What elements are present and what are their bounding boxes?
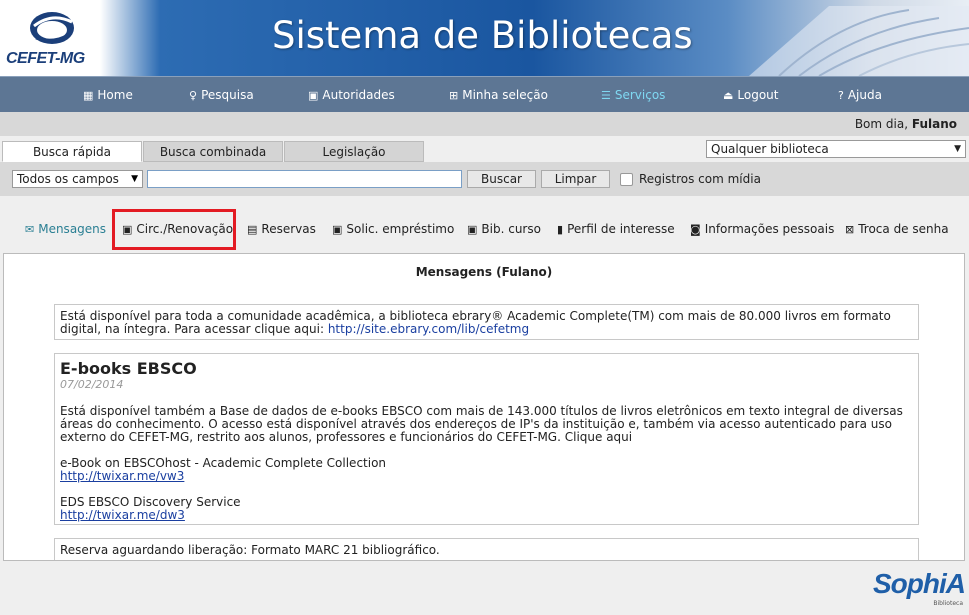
ebsco-item2-label: EDS EBSCO Discovery Service — [60, 495, 241, 509]
svc-perfil-interesse-label: Perfil de interesse — [567, 222, 675, 236]
ebrary-link[interactable]: http://site.ebrary.com/lib/cefetmg — [328, 322, 529, 336]
svc-mensagens[interactable]: ✉ Mensagens — [25, 222, 106, 236]
nav-logout[interactable]: ⏏ Logout — [723, 88, 779, 102]
svc-reservas-label: Reservas — [261, 222, 316, 236]
svc-troca-senha-label: Troca de senha — [858, 222, 949, 236]
media-checkbox[interactable] — [620, 173, 633, 186]
field-select[interactable]: Todos os campos ▼ — [12, 170, 143, 188]
highlight-box — [112, 209, 236, 250]
svc-troca-senha[interactable]: ⊠ Troca de senha — [845, 222, 949, 236]
nav-home-label: Home — [97, 88, 133, 102]
search-row: Todos os campos ▼ Buscar Limpar Registro… — [0, 162, 969, 196]
field-select-value: Todos os campos — [17, 172, 119, 186]
nav-pesquisa[interactable]: ♀ Pesquisa — [189, 88, 254, 102]
ebsco-item1-link[interactable]: http://twixar.me/vw3 — [60, 469, 184, 483]
mail-icon: ✉ — [25, 222, 35, 236]
media-checkbox-label: Registros com mídia — [639, 172, 761, 186]
message-reserva-text: Reserva aguardando liberação: Formato MA… — [60, 543, 440, 557]
sophia-logo: SophiA — [873, 568, 966, 599]
profile-icon: ▮ — [557, 222, 564, 236]
reserve-icon: ▤ — [247, 222, 258, 236]
svc-bib-curso-label: Bib. curso — [481, 222, 541, 236]
book-image-icon — [749, 6, 969, 76]
svc-mensagens-label: Mensagens — [38, 222, 107, 236]
greeting-bar: Bom dia, Fulano — [0, 112, 969, 136]
password-icon: ⊠ — [845, 222, 855, 236]
greeting: Bom dia, Fulano — [855, 117, 957, 131]
svc-reservas[interactable]: ▤ Reservas — [247, 222, 316, 236]
greeting-user: Fulano — [911, 117, 957, 131]
svc-solic-emprestimo-label: Solic. empréstimo — [346, 222, 455, 236]
svc-perfil-interesse[interactable]: ▮ Perfil de interesse — [557, 222, 675, 236]
logo-text: CEFET-MG — [6, 50, 85, 67]
logout-icon: ⏏ — [723, 88, 734, 102]
message-ebsco-heading: E-books EBSCO — [60, 359, 197, 378]
greeting-prefix: Bom dia, — [854, 117, 909, 131]
help-icon: ? — [838, 88, 844, 102]
tab-busca-rapida[interactable]: Busca rápida — [2, 141, 142, 162]
message-ebsco: E-books EBSCO 07/02/2014 Está disponível… — [54, 353, 919, 525]
ebsco-item2-link[interactable]: http://twixar.me/dw3 — [60, 508, 185, 522]
nav-autoridades[interactable]: ▣ Autoridades — [308, 88, 395, 102]
chevron-down-icon: ▼ — [131, 174, 138, 184]
messages-panel: Mensagens (Fulano) Está disponível para … — [3, 253, 965, 561]
course-icon: ▣ — [467, 222, 478, 236]
services-icon: ☰ — [601, 88, 611, 102]
main-nav: ▦ Home ♀ Pesquisa ▣ Autoridades ⊞ Minha … — [0, 76, 969, 112]
svc-bib-curso[interactable]: ▣ Bib. curso — [467, 222, 541, 236]
site-title: Sistema de Bibliotecas — [272, 14, 693, 57]
message-ebsco-date: 07/02/2014 — [60, 378, 124, 391]
ebsco-item1-label: e-Book on EBSCOhost - Academic Complete … — [60, 456, 387, 470]
message-reserva: Reserva aguardando liberação: Formato MA… — [54, 538, 919, 560]
svc-solic-emprestimo[interactable]: ▣ Solic. empréstimo — [332, 222, 454, 236]
loan-icon: ▣ — [332, 222, 343, 236]
svc-informacoes-pessoais-label: Informações pessoais — [704, 222, 835, 236]
home-icon: ▦ — [83, 88, 94, 102]
nav-logout-label: Logout — [737, 88, 779, 102]
nav-pesquisa-label: Pesquisa — [201, 88, 254, 102]
search-button[interactable]: Buscar — [467, 170, 536, 188]
tab-legislacao[interactable]: Legislação — [284, 141, 424, 162]
authority-icon: ▣ — [308, 88, 319, 102]
library-select[interactable]: Qualquer biblioteca ▼ — [706, 140, 966, 158]
search-input[interactable] — [147, 170, 462, 188]
message-ebsco-text: Está disponível também a Base de dados d… — [60, 404, 903, 444]
header-banner: CEFET-MG Sistema de Bibliotecas — [0, 0, 969, 76]
message-ebrary: Está disponível para toda a comunidade a… — [54, 304, 919, 340]
cefet-logo: CEFET-MG — [0, 0, 100, 76]
nav-servicos[interactable]: ☰ Serviços — [601, 88, 665, 102]
page-title: Mensagens (Fulano) — [415, 265, 553, 279]
grid-icon: ⊞ — [449, 88, 459, 102]
sophia-logo-sub: Biblioteca — [933, 600, 963, 607]
nav-ajuda[interactable]: ? Ajuda — [838, 88, 882, 102]
tab-busca-combinada[interactable]: Busca combinada — [143, 141, 283, 162]
nav-home[interactable]: ▦ Home — [83, 88, 133, 102]
svc-informacoes-pessoais[interactable]: ◙ Informações pessoais — [690, 222, 834, 236]
nav-servicos-label: Serviços — [614, 88, 666, 102]
nav-autoridades-label: Autoridades — [322, 88, 395, 102]
clear-button[interactable]: Limpar — [541, 170, 610, 188]
nav-ajuda-label: Ajuda — [847, 88, 882, 102]
chevron-down-icon: ▼ — [954, 144, 961, 154]
search-icon: ♀ — [189, 88, 198, 102]
nav-minha-selecao-label: Minha seleção — [462, 88, 548, 102]
library-select-value: Qualquer biblioteca — [711, 142, 829, 156]
nav-minha-selecao[interactable]: ⊞ Minha seleção — [449, 88, 548, 102]
person-icon: ◙ — [690, 222, 701, 236]
